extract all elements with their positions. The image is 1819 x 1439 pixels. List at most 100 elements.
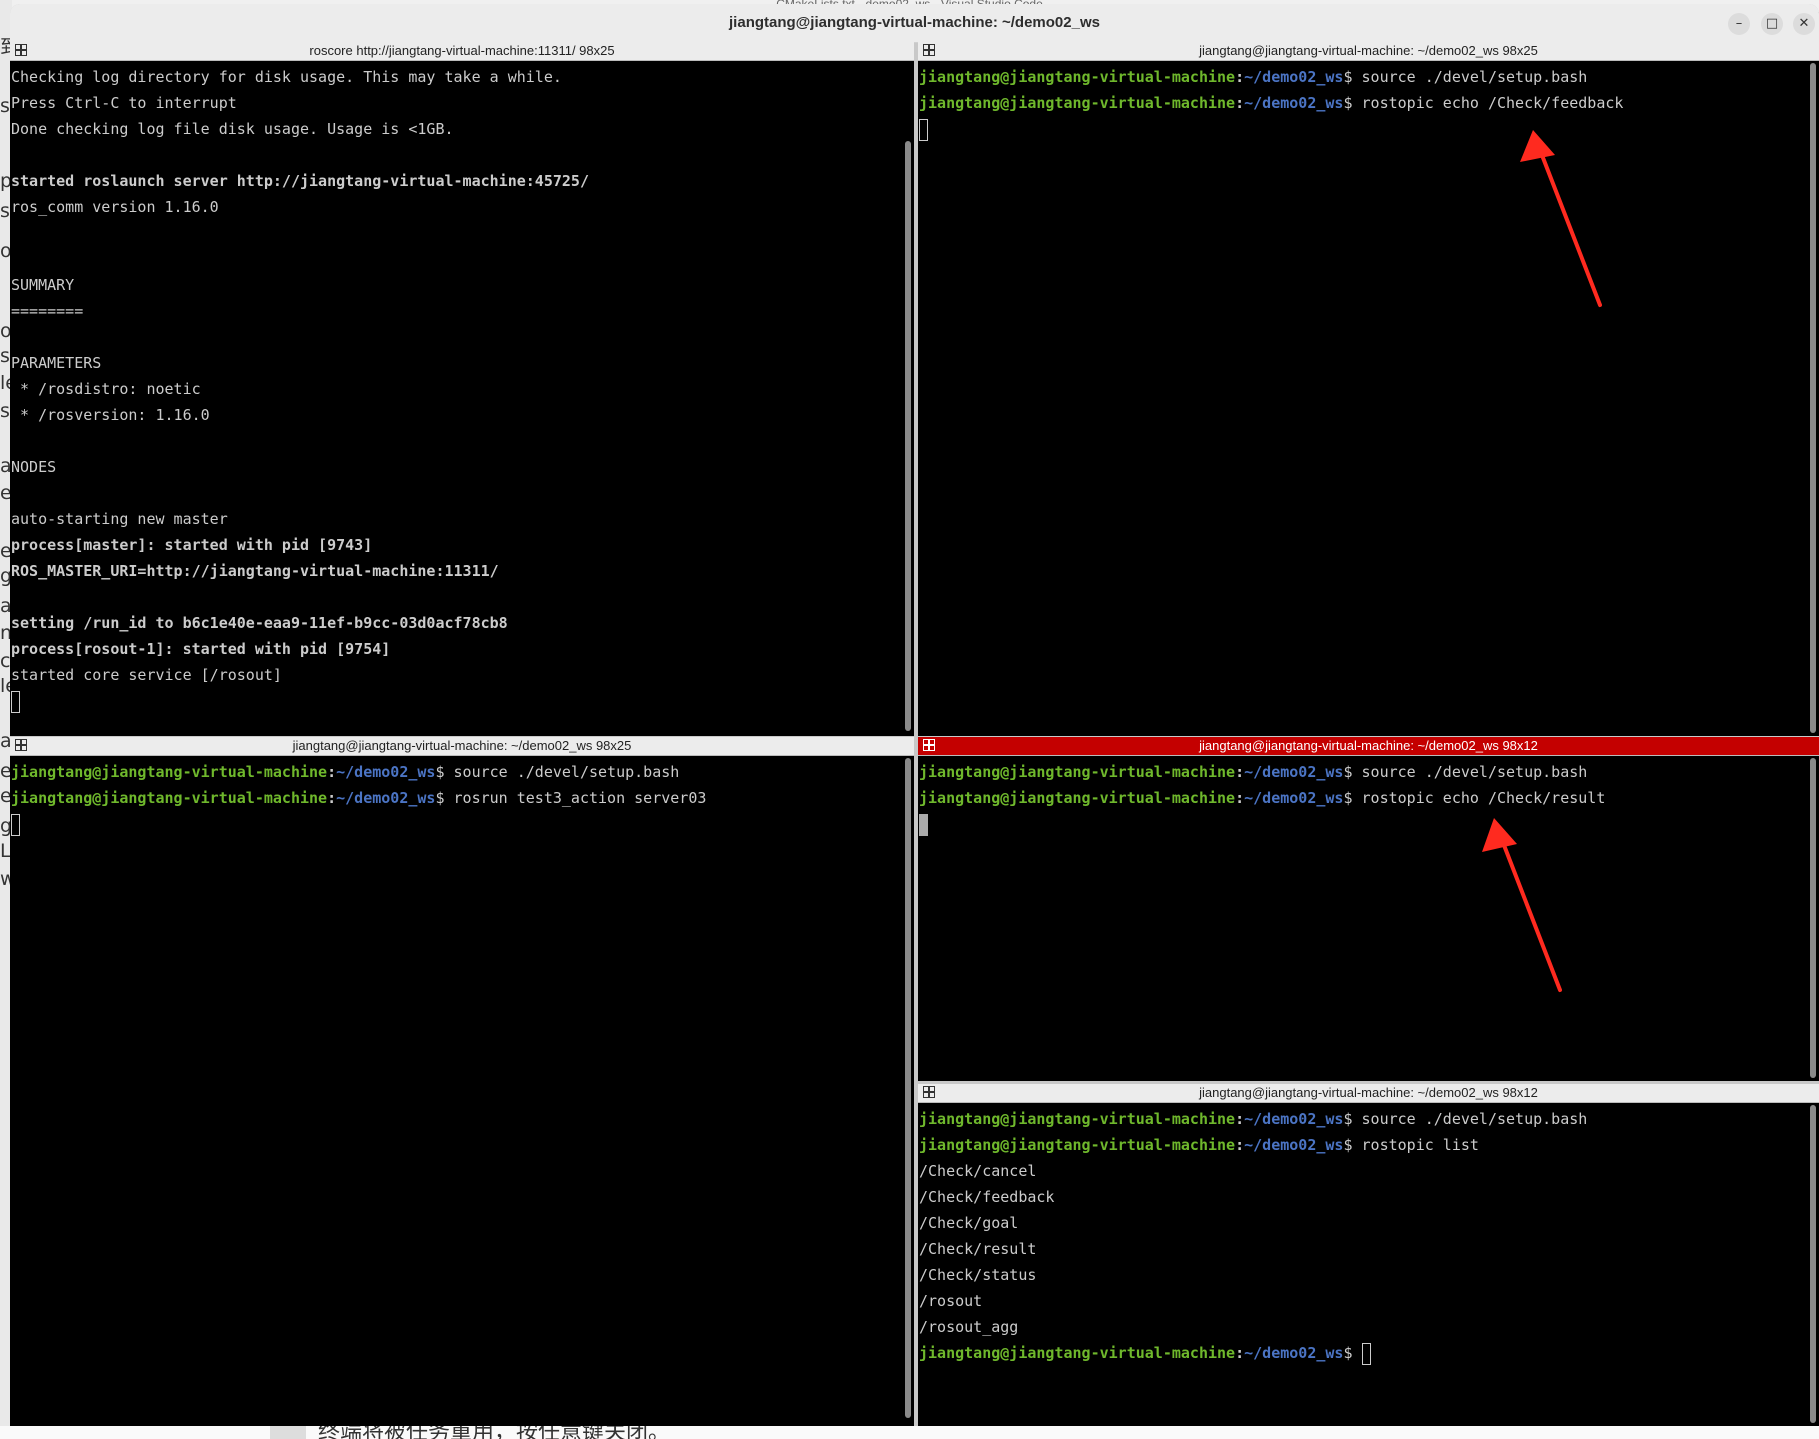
prompt-user: jiangtang@jiangtang-virtual-machine — [919, 1136, 1236, 1154]
text-cursor — [11, 813, 20, 836]
command-text: source ./devel/setup.bash — [1361, 68, 1588, 86]
pane-header-feedback[interactable]: jiangtang@jiangtang-virtual-machine: ~/d… — [918, 42, 1819, 61]
scrollbar-thumb[interactable] — [1810, 1105, 1816, 1423]
scrollbar-thumb[interactable] — [905, 141, 911, 731]
output-line: auto-starting new master — [11, 510, 228, 528]
prompt-line: jiangtang@jiangtang-virtual-machine:~/de… — [919, 90, 1807, 116]
prompt-user: jiangtang@jiangtang-virtual-machine — [11, 789, 328, 807]
annotation-arrow-feedback — [1520, 130, 1602, 307]
pane-roscore[interactable]: roscore http://jiangtang-virtual-machine… — [10, 42, 914, 736]
prompt-line: jiangtang@jiangtang-virtual-machine:~/de… — [919, 785, 1807, 811]
pane-header-server[interactable]: jiangtang@jiangtang-virtual-machine: ~/d… — [10, 737, 914, 756]
prompt-symbol: $ — [1343, 1344, 1362, 1362]
background-terminal-icon — [270, 1426, 306, 1439]
terminal-output[interactable]: jiangtang@jiangtang-virtual-machine:~/de… — [919, 1103, 1807, 1426]
prompt-line: jiangtang@jiangtang-virtual-machine:~/de… — [919, 64, 1807, 90]
pane-title: jiangtang@jiangtang-virtual-machine: ~/d… — [1199, 738, 1538, 753]
scrollbar-thumb[interactable] — [1810, 63, 1816, 733]
pane-result[interactable]: jiangtang@jiangtang-virtual-machine: ~/d… — [918, 737, 1819, 1081]
topic-item: /Check/status — [919, 1266, 1037, 1284]
cursor-line — [919, 116, 1807, 142]
maximize-button[interactable]: □ — [1761, 13, 1783, 35]
output-line: SUMMARY — [11, 276, 75, 294]
prompt-line: jiangtang@jiangtang-virtual-machine:~/de… — [919, 759, 1807, 785]
output-line: process[master]: started with pid [9743] — [11, 536, 373, 554]
topic-item: /rosout_agg — [919, 1318, 1019, 1336]
prompt-colon: : — [1235, 1344, 1245, 1362]
command-text: source ./devel/setup.bash — [1361, 763, 1588, 781]
prompt-symbol: $ — [435, 789, 454, 807]
cursor-line — [11, 688, 902, 714]
prompt-user: jiangtang@jiangtang-virtual-machine — [919, 1110, 1236, 1128]
prompt-symbol: $ — [1343, 789, 1362, 807]
prompt-line: jiangtang@jiangtang-virtual-machine:~/de… — [11, 785, 902, 811]
output-line: process[rosout-1]: started with pid [975… — [11, 640, 391, 658]
prompt-colon: : — [1235, 789, 1245, 807]
prompt-path: ~/demo02_ws — [1244, 1136, 1344, 1154]
pane-topic-list[interactable]: jiangtang@jiangtang-virtual-machine: ~/d… — [918, 1084, 1819, 1426]
output-line: Checking log directory for disk usage. T… — [11, 68, 562, 86]
prompt-path: ~/demo02_ws — [1244, 763, 1344, 781]
prompt-path: ~/demo02_ws — [1244, 1344, 1344, 1362]
scrollbar[interactable] — [902, 756, 914, 1426]
pane-header-result[interactable]: jiangtang@jiangtang-virtual-machine: ~/d… — [918, 737, 1819, 756]
topic-item: /Check/result — [919, 1240, 1037, 1258]
scrollbar-thumb[interactable] — [905, 758, 911, 1418]
output-line: NODES — [11, 458, 57, 476]
prompt-path: ~/demo02_ws — [336, 789, 436, 807]
prompt-symbol: $ — [435, 763, 454, 781]
pane-header-roscore[interactable]: roscore http://jiangtang-virtual-machine… — [10, 42, 914, 61]
prompt-symbol: $ — [1343, 68, 1362, 86]
prompt-line: jiangtang@jiangtang-virtual-machine:~/de… — [11, 759, 902, 785]
prompt-path: ~/demo02_ws — [336, 763, 436, 781]
topic-item: /Check/goal — [919, 1214, 1019, 1232]
scrollbar[interactable] — [902, 61, 914, 736]
output-line: * /rosdistro: noetic — [11, 380, 201, 398]
scrollbar[interactable] — [1807, 1103, 1819, 1426]
prompt-line: jiangtang@jiangtang-virtual-machine:~/de… — [919, 1340, 1807, 1366]
prompt-colon: : — [1235, 68, 1245, 86]
pane-header-topic-list[interactable]: jiangtang@jiangtang-virtual-machine: ~/d… — [918, 1084, 1819, 1103]
output-line: Press Ctrl-C to interrupt — [11, 94, 237, 112]
scrollbar[interactable] — [1807, 61, 1819, 736]
scrollbar[interactable] — [1807, 756, 1819, 1081]
command-text: rosrun test3_action server03 — [453, 789, 707, 807]
minimize-button[interactable]: – — [1728, 13, 1750, 35]
terminal-output[interactable]: jiangtang@jiangtang-virtual-machine: ~/de… — [919, 756, 1807, 1081]
prompt-colon: : — [327, 789, 337, 807]
terminal-output[interactable]: jiangtang@jiangtang-virtual-machine:~/de… — [919, 61, 1807, 736]
prompt-symbol: $ — [1343, 1136, 1362, 1154]
window-titlebar[interactable]: jiangtang@jiangtang-virtual-machine: ~/d… — [10, 4, 1819, 43]
terminal-output[interactable]: jiangtang@jiangtang-virtual-machine:~/de… — [11, 756, 902, 1426]
prompt-path: ~/demo02_ws — [1244, 94, 1344, 112]
prompt-symbol: $ — [1343, 94, 1362, 112]
close-button[interactable]: ✕ — [1793, 13, 1815, 35]
prompt-path: ~/demo02_ws — [1244, 68, 1344, 86]
command-text: source ./devel/setup.bash — [1361, 1110, 1588, 1128]
prompt-colon: : — [327, 763, 337, 781]
prompt-user: jiangtang@jiangtang-virtual-machine — [919, 789, 1236, 807]
command-text: rostopic list — [1361, 1136, 1479, 1154]
prompt-user: jiangtang@jiangtang-virtual-machine — [11, 763, 328, 781]
output-line: setting /run_id to b6c1e40e-eaa9-11ef-b9… — [11, 614, 508, 632]
terminal-output[interactable]: Checking log directory for disk usage. T… — [11, 61, 902, 736]
prompt-line: jiangtang@jiangtang-virtual-machine:~/de… — [919, 1132, 1807, 1158]
topic-item: /Check/feedback — [919, 1188, 1055, 1206]
annotation-arrow-result — [1482, 818, 1562, 992]
cursor-line — [11, 811, 902, 837]
output-line: ROS_MASTER_URI=http://jiangtang-virtual-… — [11, 562, 499, 580]
pane-feedback[interactable]: jiangtang@jiangtang-virtual-machine: ~/d… — [918, 42, 1819, 736]
pane-server[interactable]: jiangtang@jiangtang-virtual-machine: ~/d… — [10, 737, 914, 1426]
background-char: s — [0, 400, 10, 422]
pane-title: jiangtang@jiangtang-virtual-machine: ~/d… — [292, 738, 632, 753]
prompt-user: jiangtang@jiangtang-virtual-machine — [919, 1344, 1236, 1362]
output-line: started core service [/rosout] — [11, 666, 282, 684]
scrollbar-thumb[interactable] — [1810, 758, 1816, 1078]
output-line: * /rosversion: 1.16.0 — [11, 406, 210, 424]
output-line: ======== — [11, 302, 84, 320]
prompt-path: ~/demo02_ws — [1244, 1110, 1344, 1128]
